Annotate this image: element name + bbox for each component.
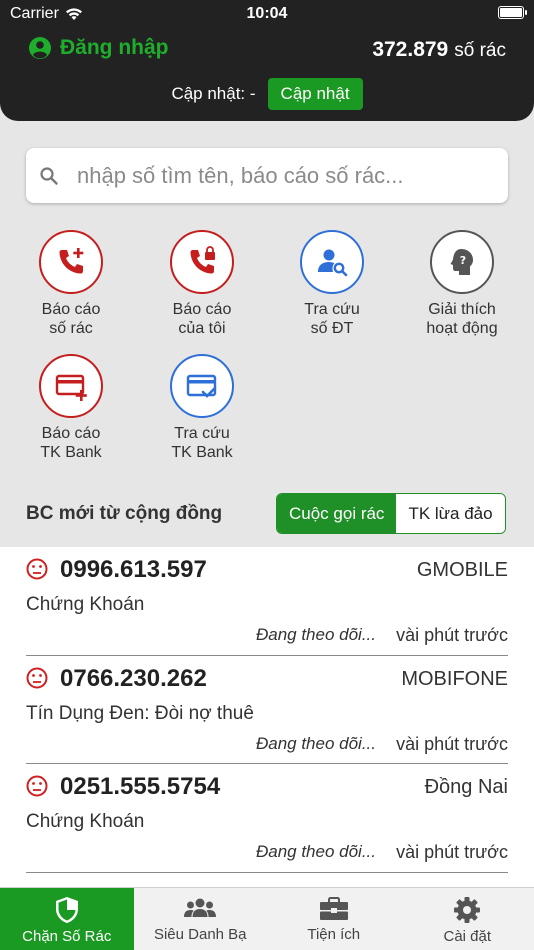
report-status: Đang theo dõi... xyxy=(255,842,376,862)
report-type-toggle: Cuộc gọi rác TK lừa đảo xyxy=(276,493,506,534)
card-add-icon xyxy=(55,374,87,401)
tab-block-spam-label: Chặn Số Rác xyxy=(22,928,112,945)
gear-icon xyxy=(454,897,481,923)
people-icon xyxy=(184,898,217,917)
tab-super-contacts[interactable]: Siêu Danh Bạ xyxy=(134,888,268,950)
my-reports-circle xyxy=(170,230,234,294)
status-bar: Carrier 10:04 xyxy=(0,0,534,30)
phone-lock-icon xyxy=(190,246,215,274)
report-category: Tín Dụng Đen: Đòi nợ thuê xyxy=(26,702,254,724)
tab-spam-calls[interactable]: Cuộc gọi rác xyxy=(277,494,397,533)
clock: 10:04 xyxy=(246,5,288,22)
report-time: vài phút trước xyxy=(396,625,508,645)
report-phone: 0766.230.262 xyxy=(60,664,207,692)
how-it-works-line1: Giải thích xyxy=(428,301,496,318)
report-status: Đang theo dõi... xyxy=(255,733,376,753)
report-bank-line1: Báo cáo xyxy=(41,425,101,442)
report-spam-circle xyxy=(39,230,103,294)
report-spam-line2: số rác xyxy=(49,320,93,337)
update-row: Cập nhật: - Cập nhật xyxy=(0,78,534,110)
user-circle-icon xyxy=(29,37,51,59)
report-category: Chứng Khoán xyxy=(26,811,145,833)
login-button[interactable]: Đăng nhập xyxy=(28,36,169,60)
how-it-works-line2: hoạt động xyxy=(426,320,498,337)
report-bank-line2: TK Bank xyxy=(40,444,102,461)
report-carrier: Đồng Nai xyxy=(424,776,508,799)
lookup-number-circle xyxy=(300,230,364,294)
sad-face-icon xyxy=(26,667,48,689)
report-category: Chứng Khoán xyxy=(26,594,145,615)
report-bank-circle xyxy=(39,354,103,418)
lookup-number-line2: số ĐT xyxy=(310,320,354,337)
report-status: Đang theo dõi... xyxy=(255,625,376,644)
how-it-works-button[interactable]: ? Giải thích hoạt động xyxy=(402,230,522,338)
report-bank-account-button[interactable]: Báo cáo TK Bank xyxy=(11,354,131,462)
battery-icon xyxy=(498,6,527,19)
tab-block-spam[interactable]: Chặn Số Rác xyxy=(0,888,134,950)
list-item[interactable]: 0996.613.597 GMOBILE Chứng Khoán Đang th… xyxy=(26,547,508,656)
tab-settings-label: Cài đặt xyxy=(443,928,492,945)
update-status: Cập nhật: - xyxy=(171,84,256,103)
my-reports-line2: của tôi xyxy=(178,320,226,337)
person-search-icon xyxy=(318,249,348,277)
phone-add-icon xyxy=(59,248,84,274)
toolbox-icon xyxy=(319,897,348,920)
update-button[interactable]: Cập nhật xyxy=(267,78,363,110)
lookup-bank-line2: TK Bank xyxy=(171,444,233,461)
lookup-bank-line1: Tra cứu xyxy=(174,425,230,442)
shield-icon xyxy=(55,897,78,923)
spam-count-value: 372.879 xyxy=(372,38,449,61)
report-spam-number-button[interactable]: Báo cáo số rác xyxy=(11,230,131,338)
report-spam-line1: Báo cáo xyxy=(41,301,101,318)
lookup-number-line1: Tra cứu xyxy=(304,301,360,318)
tab-utilities[interactable]: Tiện ích xyxy=(267,888,401,950)
report-time: vài phút trước xyxy=(396,842,508,863)
my-reports-button[interactable]: Báo cáo của tôi xyxy=(142,230,262,338)
search-input[interactable] xyxy=(77,162,477,189)
tab-settings[interactable]: Cài đặt xyxy=(401,888,534,950)
search-icon xyxy=(40,166,58,185)
tab-scam-accounts[interactable]: TK lừa đảo xyxy=(396,494,505,533)
report-list: 0996.613.597 GMOBILE Chứng Khoán Đang th… xyxy=(0,547,534,887)
report-phone: 0996.613.597 xyxy=(60,556,207,583)
sad-face-icon xyxy=(26,775,48,797)
card-check-icon xyxy=(186,374,217,398)
login-label: Đăng nhập xyxy=(60,36,169,59)
report-phone: 0251.555.5754 xyxy=(60,773,221,801)
app-header: Carrier 10:04 Đăng nhập 372.879 số rác Cậ… xyxy=(0,0,534,121)
how-it-works-circle: ? xyxy=(430,230,494,294)
spam-count-unit: số rác xyxy=(454,40,506,61)
report-carrier: MOBIFONE xyxy=(401,667,508,690)
search-bar[interactable] xyxy=(26,148,508,203)
lookup-bank-circle xyxy=(170,354,234,418)
sad-face-icon xyxy=(26,558,48,580)
lookup-number-button[interactable]: Tra cứu số ĐT xyxy=(272,230,392,338)
list-item[interactable]: 0251.555.5754 Đồng Nai Chứng Khoán Đang … xyxy=(26,764,508,874)
community-section-title: BC mới từ cộng đồng xyxy=(26,503,223,524)
svg-text:?: ? xyxy=(460,254,466,267)
head-question-icon: ? xyxy=(450,249,473,275)
tab-bar: Chặn Số Rác Siêu Danh Bạ Tiện ích Cài đặ… xyxy=(0,887,534,950)
tab-utilities-label: Tiện ích xyxy=(307,926,361,943)
tab-super-contacts-label: Siêu Danh Bạ xyxy=(153,926,247,943)
report-time: vài phút trước xyxy=(396,733,508,754)
lookup-bank-account-button[interactable]: Tra cứu TK Bank xyxy=(142,354,262,462)
my-reports-line1: Báo cáo xyxy=(172,301,232,318)
report-carrier: GMOBILE xyxy=(416,559,508,581)
spam-count: 372.879 số rác xyxy=(372,38,506,62)
list-item[interactable]: 0766.230.262 MOBIFONE Tín Dụng Đen: Đòi … xyxy=(26,656,508,765)
